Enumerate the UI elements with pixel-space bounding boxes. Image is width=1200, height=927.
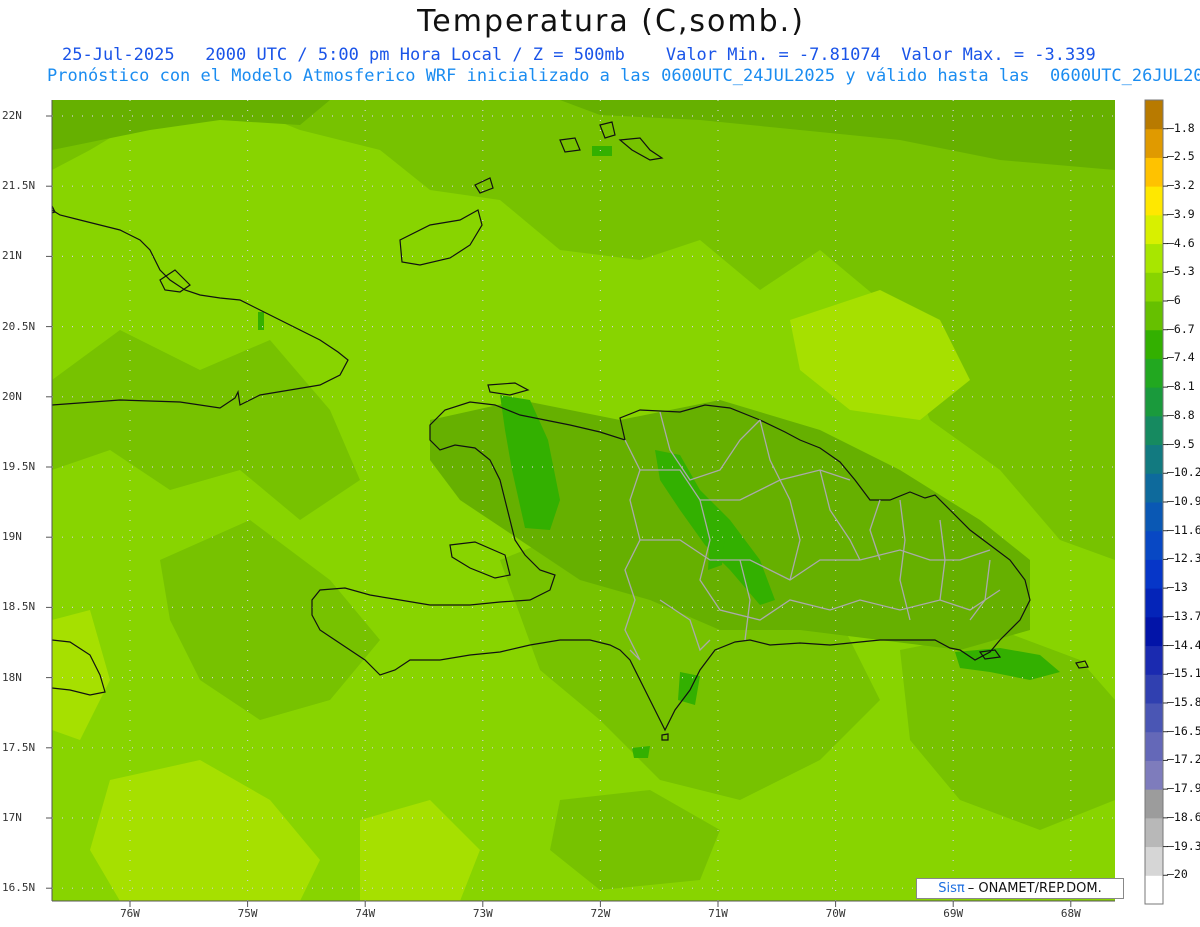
colorbar-label: –18.6 bbox=[1167, 809, 1200, 824]
lat-ticks bbox=[46, 115, 52, 889]
lat-label: 22N bbox=[2, 109, 22, 122]
colorbar-label: –8.8 bbox=[1167, 407, 1195, 422]
colorbar-swatch bbox=[1145, 358, 1163, 388]
colorbar-swatch bbox=[1145, 157, 1163, 187]
colorbar-swatch bbox=[1145, 846, 1163, 876]
colorbar-label: –8.1 bbox=[1167, 379, 1195, 394]
colorbar-label: –20 bbox=[1167, 867, 1188, 882]
field-core-green bbox=[632, 746, 650, 758]
colorbar-swatch bbox=[1145, 530, 1163, 560]
credit-text: – ONAMET/REP.DOM. bbox=[967, 881, 1102, 896]
field-core-green bbox=[258, 312, 264, 330]
colorbar-swatch bbox=[1145, 128, 1163, 158]
colorbar-swatch bbox=[1145, 444, 1163, 474]
colorbar-swatch bbox=[1145, 214, 1163, 245]
colorbar-swatch bbox=[1145, 243, 1163, 273]
colorbar-label: –15.8 bbox=[1167, 695, 1200, 709]
colorbar-swatch bbox=[1145, 329, 1163, 359]
field-core-green bbox=[592, 146, 612, 156]
colorbar bbox=[1144, 99, 1168, 905]
lon-label: 73W bbox=[472, 907, 493, 920]
colorbar-swatch bbox=[1145, 674, 1163, 704]
lat-label: 16.5N bbox=[2, 881, 36, 895]
lat-label: 17N bbox=[2, 811, 22, 824]
temperature-map bbox=[46, 99, 1168, 907]
credit-badge: Sisπ – ONAMET/REP.DOM. bbox=[916, 878, 1124, 899]
lon-label: 70W bbox=[825, 907, 846, 920]
colorbar-label: –3.2 bbox=[1167, 178, 1195, 193]
colorbar-swatch bbox=[1145, 387, 1163, 417]
colorbar-label: –17.2 bbox=[1167, 752, 1200, 767]
colorbar-label: –10.2 bbox=[1167, 465, 1200, 480]
credit-brand: Sisπ bbox=[938, 881, 965, 896]
colorbar-label: –1.8 bbox=[1167, 120, 1195, 135]
lat-label: 21.5N bbox=[2, 179, 36, 193]
colorbar-swatch bbox=[1145, 186, 1163, 216]
colorbar-label: –16.5 bbox=[1167, 723, 1200, 738]
colorbar-swatch bbox=[1145, 817, 1163, 848]
colorbar-swatch bbox=[1145, 100, 1163, 130]
lon-label: 75W bbox=[237, 907, 258, 920]
lon-label: 71W bbox=[708, 907, 728, 920]
colorbar-label: –3.9 bbox=[1167, 206, 1195, 221]
lat-label: 18N bbox=[2, 670, 22, 684]
lat-label: 19N bbox=[2, 530, 22, 544]
colorbar-swatch bbox=[1145, 588, 1163, 618]
lon-label: 69W bbox=[943, 907, 964, 920]
colorbar-label: –17.9 bbox=[1167, 781, 1200, 796]
colorbar-label: –7.4 bbox=[1167, 350, 1195, 365]
colorbar-label: –2.5 bbox=[1167, 149, 1195, 164]
colorbar-swatch bbox=[1145, 760, 1163, 790]
colorbar-swatch bbox=[1145, 703, 1163, 733]
lon-label: 72W bbox=[590, 907, 611, 920]
colorbar-label: –5.3 bbox=[1167, 264, 1195, 279]
colorbar-label: –11.6 bbox=[1167, 522, 1200, 537]
colorbar-swatch bbox=[1145, 645, 1163, 675]
colorbar-swatch bbox=[1145, 875, 1163, 905]
lon-label: 68W bbox=[1060, 907, 1081, 920]
colorbar-label: –19.3 bbox=[1167, 838, 1200, 853]
colorbar-swatch bbox=[1145, 731, 1163, 761]
colorbar-swatch bbox=[1145, 789, 1163, 819]
colorbar-label: –6 bbox=[1167, 293, 1181, 307]
colorbar-label: –14.4 bbox=[1167, 637, 1200, 652]
colorbar-swatch bbox=[1145, 616, 1163, 647]
colorbar-label: –13 bbox=[1167, 580, 1188, 595]
colorbar-swatch bbox=[1145, 502, 1163, 532]
lon-label: 76W bbox=[120, 907, 140, 920]
colorbar-swatch bbox=[1145, 473, 1163, 503]
colorbar-label: –15.1 bbox=[1167, 666, 1200, 681]
colorbar-swatch bbox=[1145, 415, 1163, 446]
colorbar-swatch bbox=[1145, 272, 1163, 302]
lat-label: 19.5N bbox=[2, 460, 36, 473]
lon-label: 74W bbox=[355, 907, 376, 920]
colorbar-label: –10.9 bbox=[1167, 494, 1200, 508]
colorbar-label: –4.6 bbox=[1167, 235, 1195, 250]
colorbar-label: –6.7 bbox=[1167, 321, 1195, 336]
colorbar-label: –13.7 bbox=[1167, 608, 1200, 623]
lat-label: 21N bbox=[2, 249, 22, 263]
lat-label: 20.5N bbox=[2, 319, 36, 333]
lat-label: 20N bbox=[2, 389, 22, 403]
lat-label: 18.5N bbox=[2, 600, 36, 614]
colorbar-swatch bbox=[1145, 301, 1163, 331]
colorbar-swatch bbox=[1145, 559, 1163, 589]
temperature-field bbox=[52, 100, 1115, 901]
colorbar-label: –9.5 bbox=[1167, 436, 1195, 451]
lat-label: 17.5N bbox=[2, 740, 36, 754]
colorbar-label: –12.3 bbox=[1167, 551, 1200, 566]
